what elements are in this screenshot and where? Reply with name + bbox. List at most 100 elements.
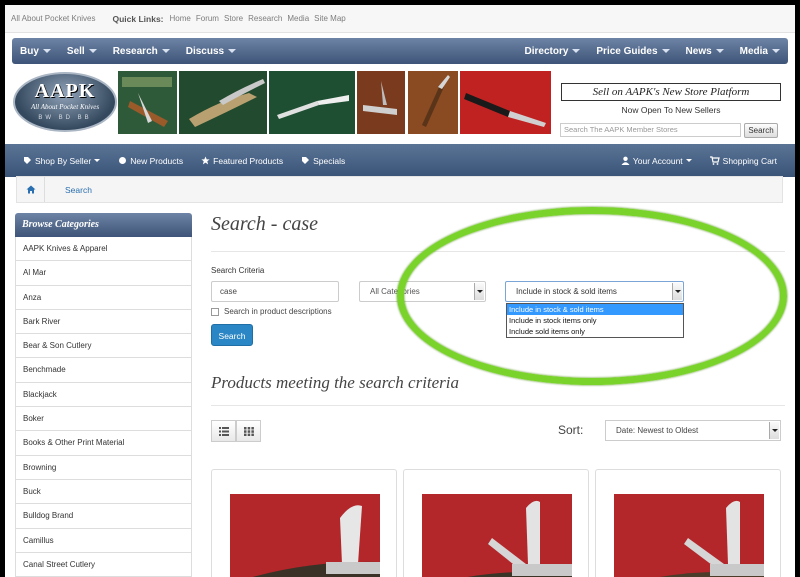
category-item[interactable]: Bark River <box>15 309 192 335</box>
new-products-link[interactable]: New Products <box>118 156 183 166</box>
nav-news[interactable]: News <box>678 46 732 57</box>
nav-discuss-label: Discuss <box>185 45 225 57</box>
quick-link-media[interactable]: Media <box>287 14 309 23</box>
quick-links-title: Quick Links: <box>112 13 164 24</box>
view-toggle <box>211 420 261 442</box>
banner-knife-image <box>460 71 551 134</box>
quick-link-store[interactable]: Store <box>224 14 243 23</box>
category-item[interactable]: Boker <box>15 407 192 432</box>
chevron-down-icon <box>772 49 780 53</box>
list-view-button[interactable] <box>211 420 236 442</box>
results-title: Products meeting the search criteria <box>211 373 460 392</box>
new-products-label: New Products <box>130 155 184 166</box>
your-account-label: Your Account <box>632 155 683 166</box>
category-select[interactable]: All Categories <box>359 281 486 302</box>
quick-link-home[interactable]: Home <box>170 14 191 23</box>
category-item[interactable]: Anza <box>15 285 192 310</box>
nav-discuss[interactable]: Discuss <box>178 46 244 57</box>
product-card[interactable] <box>403 469 589 577</box>
stock-option-in-stock[interactable]: Include in stock items only <box>507 315 683 326</box>
nav-buy[interactable]: Buy <box>12 46 59 57</box>
stock-option-all[interactable]: Include in stock & sold items <box>507 304 683 315</box>
banner-knife-image <box>408 71 458 134</box>
nav-price-guides[interactable]: Price Guides <box>588 46 677 57</box>
search-in-descriptions-checkbox[interactable] <box>211 307 219 316</box>
list-icon <box>218 426 229 436</box>
category-item[interactable]: Browning <box>15 455 192 480</box>
nav-media-label: Media <box>739 45 768 57</box>
nav-directory[interactable]: Directory <box>516 46 588 57</box>
product-image[interactable] <box>422 494 572 577</box>
specials-link[interactable]: Specials <box>301 156 345 166</box>
your-account-menu[interactable]: Your Account <box>621 156 692 166</box>
banner-knife-image <box>357 71 405 134</box>
shop-by-seller-menu[interactable]: Shop By Seller <box>23 155 101 166</box>
product-image[interactable] <box>230 494 380 577</box>
search-in-descriptions-label[interactable]: Search in product descriptions <box>224 307 332 316</box>
chevron-down-icon <box>228 49 237 53</box>
page-title: Search - case <box>211 213 318 235</box>
sort-select[interactable]: Date: Newest to Oldest <box>605 420 781 441</box>
nav-sell-label: Sell <box>66 45 85 57</box>
featured-products-link[interactable]: Featured Products <box>201 156 283 166</box>
nav-media[interactable]: Media <box>732 46 788 57</box>
product-card[interactable] <box>595 469 781 577</box>
chevron-down-icon[interactable] <box>672 283 682 300</box>
banner-knife-image <box>118 71 177 134</box>
search-button[interactable]: Search <box>211 324 253 346</box>
category-item[interactable]: Buck <box>15 479 192 505</box>
category-item[interactable]: Canal Street Cutlery <box>15 552 192 577</box>
store-search-input[interactable]: Search The AAPK Member Stores <box>560 123 741 137</box>
nav-news-label: News <box>685 45 712 57</box>
stock-filter-select[interactable]: Include in stock & sold items <box>505 281 684 302</box>
category-item[interactable]: Books & Other Print Material <box>15 431 192 456</box>
logo-subtitle: All About Pocket Knives <box>30 103 100 111</box>
stock-filter-dropdown: Include in stock & sold items Include in… <box>506 303 684 338</box>
category-item[interactable]: Camillus <box>15 528 192 553</box>
categories-sidebar: Browse Categories AAPK Knives & Apparel … <box>15 213 192 577</box>
quick-link-site-map[interactable]: Site Map <box>314 14 346 23</box>
search-criteria-label: Search Criteria <box>211 266 265 275</box>
breadcrumb-search[interactable]: Search <box>45 185 92 195</box>
shop-by-seller-label: Shop By Seller <box>35 155 92 166</box>
featured-products-label: Featured Products <box>213 155 284 166</box>
quick-link-research[interactable]: Research <box>248 14 282 23</box>
grid-view-button[interactable] <box>236 420 261 442</box>
cart-icon <box>709 156 720 165</box>
star-icon <box>201 156 210 165</box>
divider <box>211 251 785 252</box>
chevron-down-icon[interactable] <box>769 422 779 439</box>
product-card[interactable] <box>211 469 397 577</box>
site-name-link[interactable]: All About Pocket Knives <box>11 14 96 23</box>
keyword-input[interactable]: case <box>211 281 339 302</box>
shopping-cart-link[interactable]: Shopping Cart <box>709 155 777 166</box>
stock-filter-value: Include in stock & sold items <box>516 287 617 296</box>
page: All About Pocket Knives Quick Links: Hom… <box>5 5 795 577</box>
chevron-down-icon <box>161 49 170 53</box>
category-item[interactable]: Benchmade <box>15 358 192 383</box>
sell-banner-subtitle: Now Open To New Sellers <box>621 105 721 115</box>
store-search-button[interactable]: Search <box>744 123 778 138</box>
category-item[interactable]: Bulldog Brand <box>15 504 192 529</box>
chevron-down-icon <box>42 49 51 53</box>
chevron-down-icon[interactable] <box>474 283 484 300</box>
sell-on-aapk-banner[interactable]: Sell on AAPK's New Store Platform <box>561 83 781 101</box>
category-item[interactable]: Bear & Son Cutlery <box>15 334 192 359</box>
badge-icon <box>119 157 127 164</box>
shopping-cart-label: Shopping Cart <box>722 155 777 166</box>
category-item[interactable]: Blackjack <box>15 382 192 408</box>
breadcrumb-home[interactable] <box>17 177 45 202</box>
divider <box>211 405 785 406</box>
chevron-down-icon <box>685 159 692 162</box>
nav-price-guides-label: Price Guides <box>596 45 658 57</box>
quick-link-forum[interactable]: Forum <box>196 14 219 23</box>
category-select-value: All Categories <box>370 287 420 296</box>
stock-option-sold[interactable]: Include sold items only <box>507 326 683 337</box>
nav-sell[interactable]: Sell <box>59 46 105 57</box>
site-logo[interactable]: AAPK All About Pocket Knives BW BD BB <box>13 72 117 132</box>
category-item[interactable]: AAPK Knives & Apparel <box>15 237 192 262</box>
nav-research[interactable]: Research <box>105 46 178 57</box>
product-image[interactable] <box>614 494 764 577</box>
category-item[interactable]: Al Mar <box>15 261 192 286</box>
quick-links-bar: All About Pocket Knives Quick Links: Hom… <box>5 5 795 33</box>
